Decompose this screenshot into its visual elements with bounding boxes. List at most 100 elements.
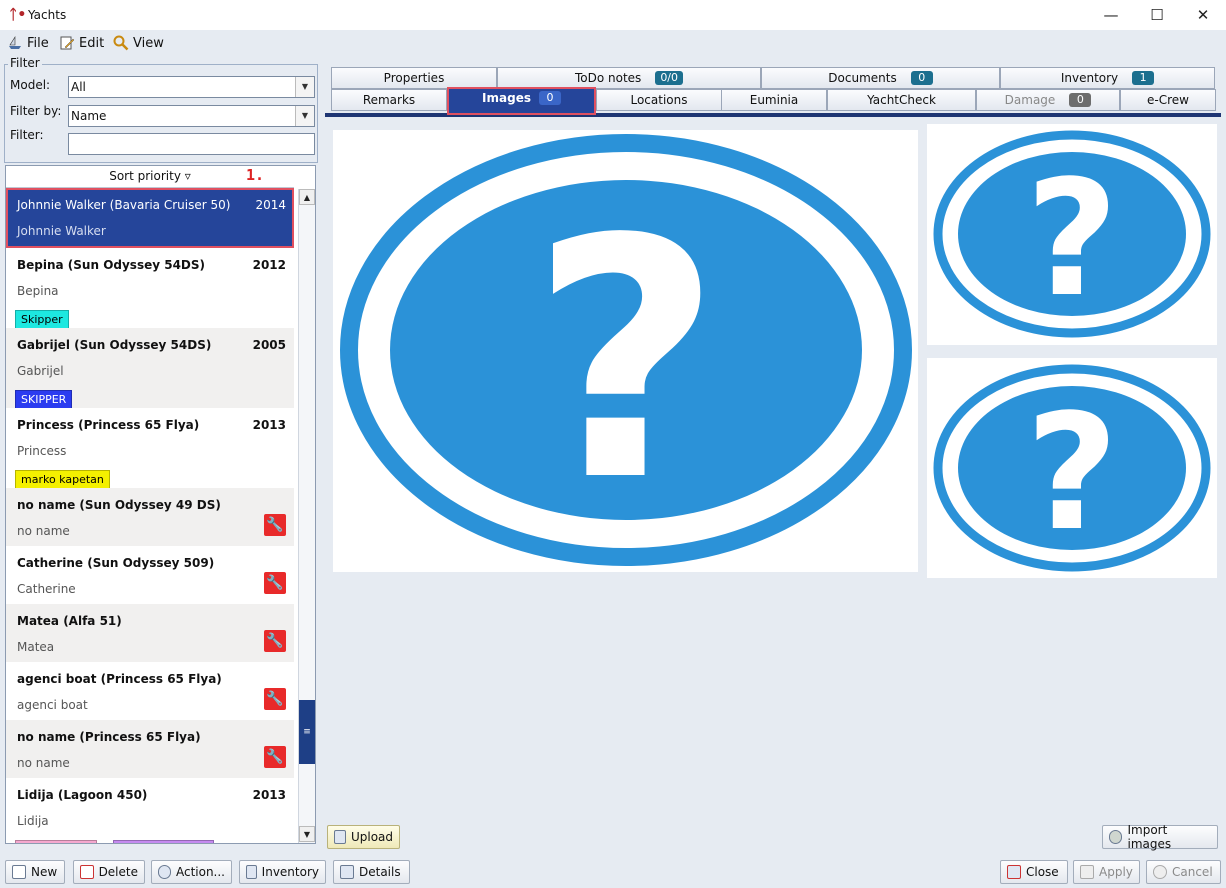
- tab-label: Remarks: [362, 93, 416, 107]
- tab-todo-notes[interactable]: ToDo notes 0/0: [497, 67, 761, 89]
- list-item[interactable]: Princess (Princess 65 Flya) 2013 Princess m…: [6, 408, 294, 490]
- apply-button-label: Apply: [1099, 865, 1133, 879]
- tab-count-badge: 0/0: [655, 71, 684, 85]
- list-item[interactable]: Johnnie Walker (Bavaria Cruiser 50) 2014 J…: [6, 188, 294, 248]
- title-bar: ᛏ• Yachts — ☐ ✕: [0, 0, 1226, 30]
- ship-icon: [9, 35, 21, 49]
- svg-text:?: ?: [1026, 379, 1119, 566]
- list-item-title: Bepina (Sun Odyssey 54DS): [17, 258, 206, 272]
- yacht-list: Johnnie Walker (Bavaria Cruiser 50) 2014 J…: [6, 188, 294, 843]
- list-item[interactable]: Bepina (Sun Odyssey 54DS) 2012 Bepina Skipp…: [6, 248, 294, 330]
- svg-text:?: ?: [1026, 145, 1119, 332]
- list-item[interactable]: Lidija (Lagoon 450) 2013 Lidija no discount…: [6, 778, 294, 843]
- list-item-year: 2013: [252, 418, 286, 432]
- wrench-icon[interactable]: 🔧: [264, 514, 286, 536]
- list-item-subtitle: Gabrijel: [17, 364, 64, 378]
- image-card-2[interactable]: ?: [927, 124, 1217, 345]
- action-button-label: Action...: [175, 865, 225, 879]
- cancel-icon: [1153, 865, 1167, 879]
- close-button[interactable]: Close: [1000, 860, 1068, 884]
- list-scrollbar[interactable]: ▲ ≡ ▼: [298, 189, 315, 843]
- list-item-title: Matea (Alfa 51): [17, 614, 122, 628]
- close-window-button[interactable]: ✕: [1180, 0, 1226, 30]
- apply-button[interactable]: Apply: [1073, 860, 1140, 884]
- tab-properties[interactable]: Properties: [331, 67, 497, 89]
- tab-e-crew[interactable]: e-Crew: [1120, 89, 1216, 111]
- scroll-up-arrow[interactable]: ▲: [299, 189, 315, 205]
- action-button[interactable]: Action...: [151, 860, 232, 884]
- wrench-icon[interactable]: 🔧: [264, 746, 286, 768]
- tab-label: Images: [482, 91, 531, 105]
- printer-icon: [340, 865, 354, 879]
- chevron-down-icon[interactable]: ▼: [295, 106, 314, 126]
- menu-view[interactable]: View: [113, 35, 164, 51]
- tab-count-badge: 0: [1069, 93, 1092, 107]
- filter-by-select[interactable]: Name ▼: [68, 105, 315, 127]
- upload-icon: [334, 830, 346, 844]
- list-item-subtitle: no name: [17, 524, 70, 538]
- wrench-icon[interactable]: 🔧: [264, 688, 286, 710]
- inventory-button[interactable]: Inventory: [239, 860, 326, 884]
- import-images-button[interactable]: Import images: [1102, 823, 1218, 851]
- tab-locations[interactable]: Locations: [596, 89, 722, 111]
- details-button[interactable]: Details: [333, 860, 410, 884]
- model-select[interactable]: All ▼: [68, 76, 315, 98]
- status-badge: Skipper: [15, 310, 69, 330]
- list-item-title: Gabrijel (Sun Odyssey 54DS): [17, 338, 212, 352]
- list-item[interactable]: Gabrijel (Sun Odyssey 54DS) 2005 Gabrijel S…: [6, 328, 294, 410]
- tab-remarks[interactable]: Remarks: [331, 89, 447, 111]
- svg-text:?: ?: [530, 169, 721, 553]
- gear-icon: [158, 865, 171, 879]
- tab-label: ToDo notes: [574, 71, 642, 85]
- list-item-year: 2014: [255, 198, 286, 212]
- cancel-button[interactable]: Cancel: [1146, 860, 1221, 884]
- tab-euminia[interactable]: Euminia: [721, 89, 827, 111]
- window-title: Yachts: [28, 8, 67, 22]
- model-label: Model:: [10, 78, 51, 92]
- image-card-main[interactable]: ?: [333, 130, 918, 572]
- chevron-down-icon[interactable]: ▼: [295, 77, 314, 97]
- tab-label: Damage: [1004, 93, 1056, 107]
- list-item-year: 2013: [252, 788, 286, 802]
- menu-file[interactable]: File: [7, 35, 49, 51]
- image-card-3[interactable]: ?: [927, 358, 1217, 578]
- maximize-button[interactable]: ☐: [1134, 0, 1180, 30]
- scroll-thumb[interactable]: ≡: [299, 700, 315, 764]
- status-badge: SKIPPER: [15, 390, 73, 410]
- scroll-down-arrow[interactable]: ▼: [299, 826, 315, 842]
- tab-count-badge: 1: [1132, 71, 1155, 85]
- list-item-title: Lidija (Lagoon 450): [17, 788, 148, 802]
- minimize-button[interactable]: —: [1088, 0, 1134, 30]
- tab-label: Properties: [383, 71, 445, 85]
- wrench-icon[interactable]: 🔧: [264, 630, 286, 652]
- list-item[interactable]: no name (Sun Odyssey 49 DS) no name 🔧: [6, 488, 294, 546]
- tab-images[interactable]: Images 0: [447, 87, 596, 115]
- filter-legend: Filter: [8, 56, 42, 70]
- details-button-label: Details: [359, 865, 401, 879]
- list-item[interactable]: Matea (Alfa 51) Matea 🔧: [6, 604, 294, 662]
- menu-edit[interactable]: Edit: [59, 35, 104, 51]
- new-button[interactable]: New: [5, 860, 65, 884]
- list-item[interactable]: Catherine (Sun Odyssey 509) Catherine 🔧: [6, 546, 294, 604]
- list-item[interactable]: no name (Princess 65 Flya) no name 🔧: [6, 720, 294, 778]
- annotation-marker-1: 1.: [246, 166, 265, 184]
- delete-document-icon: [80, 865, 94, 879]
- cancel-button-label: Cancel: [1172, 865, 1213, 879]
- wrench-icon[interactable]: 🔧: [264, 572, 286, 594]
- list-item-subtitle: Johnnie Walker: [17, 224, 106, 238]
- tab-label: YachtCheck: [867, 93, 936, 107]
- delete-button[interactable]: Delete: [73, 860, 145, 884]
- list-item-title: Princess (Princess 65 Flya): [17, 418, 200, 432]
- question-mark-icon: ?: [340, 134, 912, 566]
- tab-damage[interactable]: Damage 0: [976, 89, 1120, 111]
- filter-input[interactable]: [68, 133, 315, 155]
- list-item-title: Johnnie Walker (Bavaria Cruiser 50): [17, 198, 231, 212]
- close-button-label: Close: [1026, 865, 1059, 879]
- status-badge: no discounts: [15, 840, 97, 843]
- printer-icon: [246, 865, 257, 879]
- upload-button[interactable]: Upload: [327, 825, 400, 849]
- tab-documents[interactable]: Documents 0: [761, 67, 1000, 89]
- tab-yachtcheck[interactable]: YachtCheck: [827, 89, 976, 111]
- tab-inventory[interactable]: Inventory 1: [1000, 67, 1215, 89]
- list-item[interactable]: agenci boat (Princess 65 Flya) agenci boa…: [6, 662, 294, 720]
